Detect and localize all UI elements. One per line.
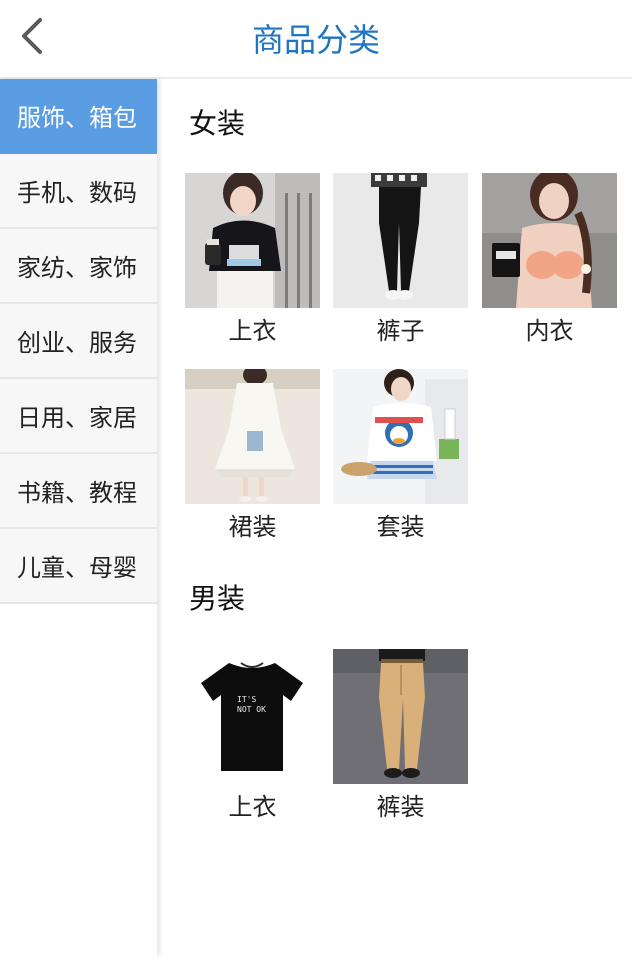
section-title-mens: 男装: [189, 582, 246, 615]
sidebar-item-business-services[interactable]: 创业、服务: [0, 304, 157, 379]
category-content: 女装 上衣 裤子 内衣 裙装 套装 男装 IT'S NOT OK 上衣 裤装: [157, 79, 632, 956]
sidebar-item-daily-home[interactable]: 日用、家居: [0, 379, 157, 454]
underwear-photo: [482, 173, 617, 308]
tshirt-print-text: IT'S NOT OK: [237, 695, 266, 714]
section-title-womens: 女装: [189, 107, 246, 140]
product-tile-womens-pants[interactable]: 裤子: [333, 173, 468, 353]
product-label: 上衣: [228, 317, 277, 345]
product-tile-outfit-set[interactable]: 套装: [333, 369, 468, 549]
outfit-set-photo: [333, 369, 468, 504]
product-tile-mens-pants[interactable]: 裤装: [333, 649, 468, 829]
sidebar-item-phones-digital[interactable]: 手机、数码: [0, 154, 157, 229]
product-label: 套装: [376, 513, 425, 541]
womens-pants-photo: [333, 173, 468, 308]
app-screen: 商品分类 服饰、箱包 手机、数码 家纺、家饰 创业、服务 日用、家居 书籍、教程…: [0, 0, 632, 956]
sidebar-item-textiles-decor[interactable]: 家纺、家饰: [0, 229, 157, 304]
top-nav-bar: 商品分类: [0, 0, 632, 79]
page-title: 商品分类: [251, 21, 380, 59]
sidebar-item-books-tutorials[interactable]: 书籍、教程: [0, 454, 157, 529]
product-label: 裤子: [376, 317, 425, 345]
mens-pants-photo: [333, 649, 468, 784]
category-sidebar: 服饰、箱包 手机、数码 家纺、家饰 创业、服务 日用、家居 书籍、教程 儿童、母…: [0, 79, 157, 956]
product-tile-dress[interactable]: 裙装: [185, 369, 320, 549]
product-label: 上衣: [228, 793, 277, 821]
product-label: 内衣: [525, 317, 574, 345]
mens-tshirt-photo: IT'S NOT OK: [185, 649, 320, 784]
sidebar-item-apparel-bags[interactable]: 服饰、箱包: [0, 79, 157, 154]
product-tile-womens-top[interactable]: 上衣: [185, 173, 320, 353]
dress-photo: [185, 369, 320, 504]
product-tile-mens-top[interactable]: IT'S NOT OK 上衣: [185, 649, 320, 829]
sidebar-item-kids-baby[interactable]: 儿童、母婴: [0, 529, 157, 604]
product-label: 裤装: [376, 793, 425, 821]
product-label: 裙装: [228, 513, 277, 541]
product-tile-underwear[interactable]: 内衣: [482, 173, 617, 353]
womens-top-photo: [185, 173, 320, 308]
